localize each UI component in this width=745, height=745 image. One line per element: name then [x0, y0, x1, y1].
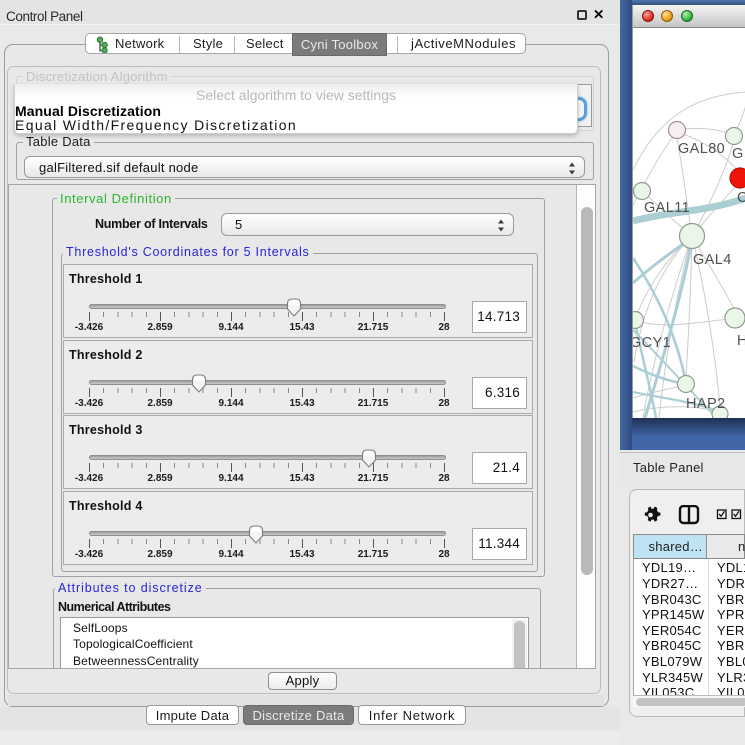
svg-text:G.: G. — [732, 146, 745, 162]
svg-text:GCY1: GCY1 — [633, 335, 671, 351]
svg-text:HAP2: HAP2 — [686, 396, 725, 412]
svg-text:GAL80: GAL80 — [678, 141, 725, 157]
svg-text:GAL11: GAL11 — [644, 200, 690, 216]
svg-text:GAL4: GAL4 — [693, 252, 732, 268]
svg-text:H: H — [737, 333, 745, 349]
svg-text:C: C — [737, 190, 745, 206]
